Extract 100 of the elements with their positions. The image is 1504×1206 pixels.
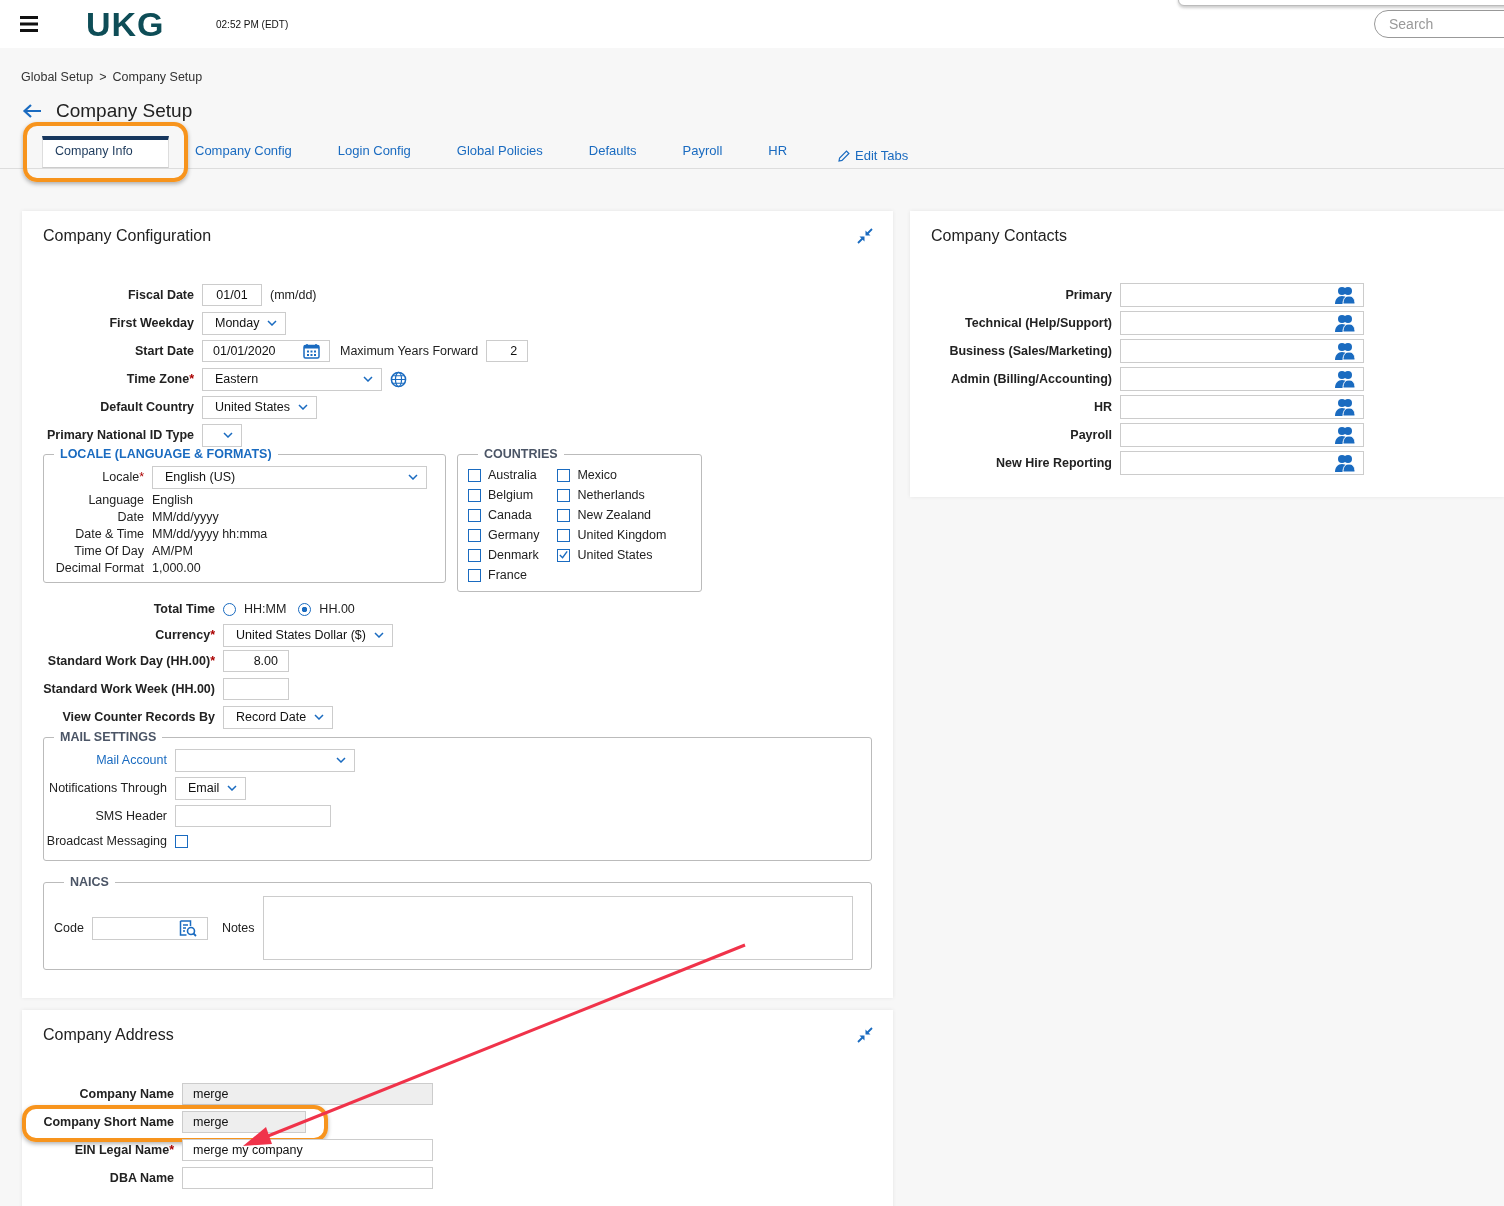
checkbox-label: United States [577, 548, 653, 562]
detail-label: Date [116, 509, 144, 524]
field-label: View Counter Records By [61, 710, 215, 724]
card-title: Company Contacts [931, 227, 1068, 245]
field-label: Business (Sales/Marketing) [948, 344, 1112, 358]
checkbox-label: Denmark [488, 548, 539, 562]
field-label: First Weekday [108, 316, 194, 330]
field-label: Start Date [133, 344, 194, 358]
checkbox[interactable] [468, 488, 481, 502]
breadcrumb-link[interactable]: Company Setup [112, 70, 203, 84]
field-label: Default Country [99, 400, 194, 414]
checkbox[interactable] [468, 528, 481, 542]
checkbox-label: Canada [488, 508, 532, 522]
tab[interactable]: HR [745, 140, 811, 168]
tab[interactable]: Defaults [565, 140, 660, 168]
code-field[interactable] [91, 916, 208, 940]
search-field[interactable]: Search [1374, 10, 1504, 38]
checkbox[interactable] [468, 468, 481, 482]
contact-field[interactable] [1120, 451, 1364, 475]
globe-icon[interactable] [390, 370, 407, 388]
tab[interactable]: Payroll [659, 140, 746, 168]
tab[interactable]: Company Config [172, 140, 315, 168]
collapse-icon[interactable] [857, 228, 873, 244]
people-icon[interactable] [1334, 286, 1356, 304]
field-label: Admin (Billing/Accounting) [949, 372, 1112, 386]
checkbox[interactable] [468, 568, 481, 582]
field-label: Mail Account [95, 753, 167, 767]
menu-icon[interactable] [20, 16, 38, 32]
people-icon[interactable] [1334, 426, 1356, 444]
breadcrumb-separator: > [99, 70, 107, 84]
contact-field[interactable] [1120, 423, 1364, 447]
field-label: Notifications Through [48, 781, 167, 795]
page-title: Company Setup [56, 100, 193, 122]
detail-value: MM/dd/yyyy [152, 509, 219, 524]
dropdown[interactable]: Eastern [202, 367, 382, 391]
tab[interactable]: Company Info [42, 136, 169, 168]
people-icon[interactable] [1334, 398, 1356, 416]
checkbox-label: Australia [488, 468, 537, 482]
detail-value: MM/dd/yyyy hh:mma [152, 526, 268, 541]
dropdown[interactable]: Monday [202, 311, 287, 335]
contact-field[interactable] [1120, 395, 1364, 419]
people-icon[interactable] [1334, 314, 1356, 332]
contact-field[interactable] [1120, 367, 1364, 391]
detail-label: Date & Time [74, 526, 144, 541]
group-legend: MAIL SETTINGS [54, 730, 163, 744]
chevron-icon [363, 376, 373, 382]
checkbox[interactable] [468, 508, 481, 522]
chevron-icon [336, 757, 346, 763]
text-field[interactable]: merge [182, 1111, 306, 1133]
detail-value: 1,000.00 [152, 560, 201, 575]
detail-label: Time Of Day [73, 543, 144, 558]
checkbox[interactable] [557, 488, 571, 502]
checkbox[interactable] [557, 508, 571, 522]
field-label: Payroll [1069, 428, 1112, 442]
dropdown[interactable]: Record Date [223, 705, 334, 729]
text-field[interactable]: merge [182, 1083, 433, 1105]
card-title: Company Address [43, 1026, 174, 1044]
clock-time: 02:52 PM (EDT) [216, 18, 289, 30]
people-icon[interactable] [1334, 454, 1356, 472]
text-field[interactable] [223, 678, 289, 700]
checkbox[interactable] [468, 548, 481, 562]
notes-field[interactable] [262, 896, 853, 960]
field-label: Primary [1064, 288, 1112, 302]
field-label: New Hire Reporting [995, 456, 1112, 470]
text-field[interactable]: 8.00 [223, 650, 289, 672]
people-icon[interactable] [1334, 370, 1356, 388]
back-arrow-icon[interactable] [22, 103, 42, 119]
text-field[interactable]: 01/01 [202, 284, 262, 306]
dropdown[interactable]: Email [175, 776, 247, 800]
format-hint: (mm/dd) [270, 288, 317, 302]
logo: UKG [86, 4, 166, 44]
number-field[interactable]: 2 [486, 340, 529, 362]
dropdown[interactable]: English (US) [152, 465, 427, 489]
checkbox[interactable] [557, 548, 571, 562]
contact-field[interactable] [1120, 283, 1364, 307]
tab[interactable]: Login Config [314, 140, 434, 168]
breadcrumb-link[interactable]: Global Setup [21, 70, 94, 84]
pencil-icon[interactable] [838, 149, 851, 162]
chevron-icon [314, 714, 325, 720]
dropdown[interactable]: United States Dollar ($) [223, 623, 393, 647]
dropdown[interactable]: United States [202, 395, 318, 419]
collapse-icon[interactable] [857, 1027, 873, 1043]
checkbox[interactable] [557, 468, 571, 482]
people-icon[interactable] [1334, 342, 1356, 360]
text-field[interactable] [182, 1167, 433, 1189]
contact-field[interactable] [1120, 311, 1364, 335]
contact-field[interactable] [1120, 339, 1364, 363]
radio-label: HH:MM [244, 602, 287, 616]
calendar-icon[interactable] [303, 343, 320, 359]
edit-tabs-link[interactable]: Edit Tabs [838, 148, 909, 168]
checkbox[interactable] [175, 834, 188, 848]
text-field[interactable] [175, 805, 331, 827]
date-field[interactable]: 01/01/2020 [202, 340, 330, 362]
tab[interactable]: Global Policies [433, 140, 566, 168]
field-label: Currency* [154, 628, 215, 642]
lookup-icon[interactable] [178, 919, 197, 937]
text-field[interactable]: merge my company [182, 1139, 433, 1161]
radio-button[interactable] [298, 602, 312, 616]
detail-label: Decimal Format [54, 560, 144, 575]
checkbox[interactable] [557, 528, 571, 542]
